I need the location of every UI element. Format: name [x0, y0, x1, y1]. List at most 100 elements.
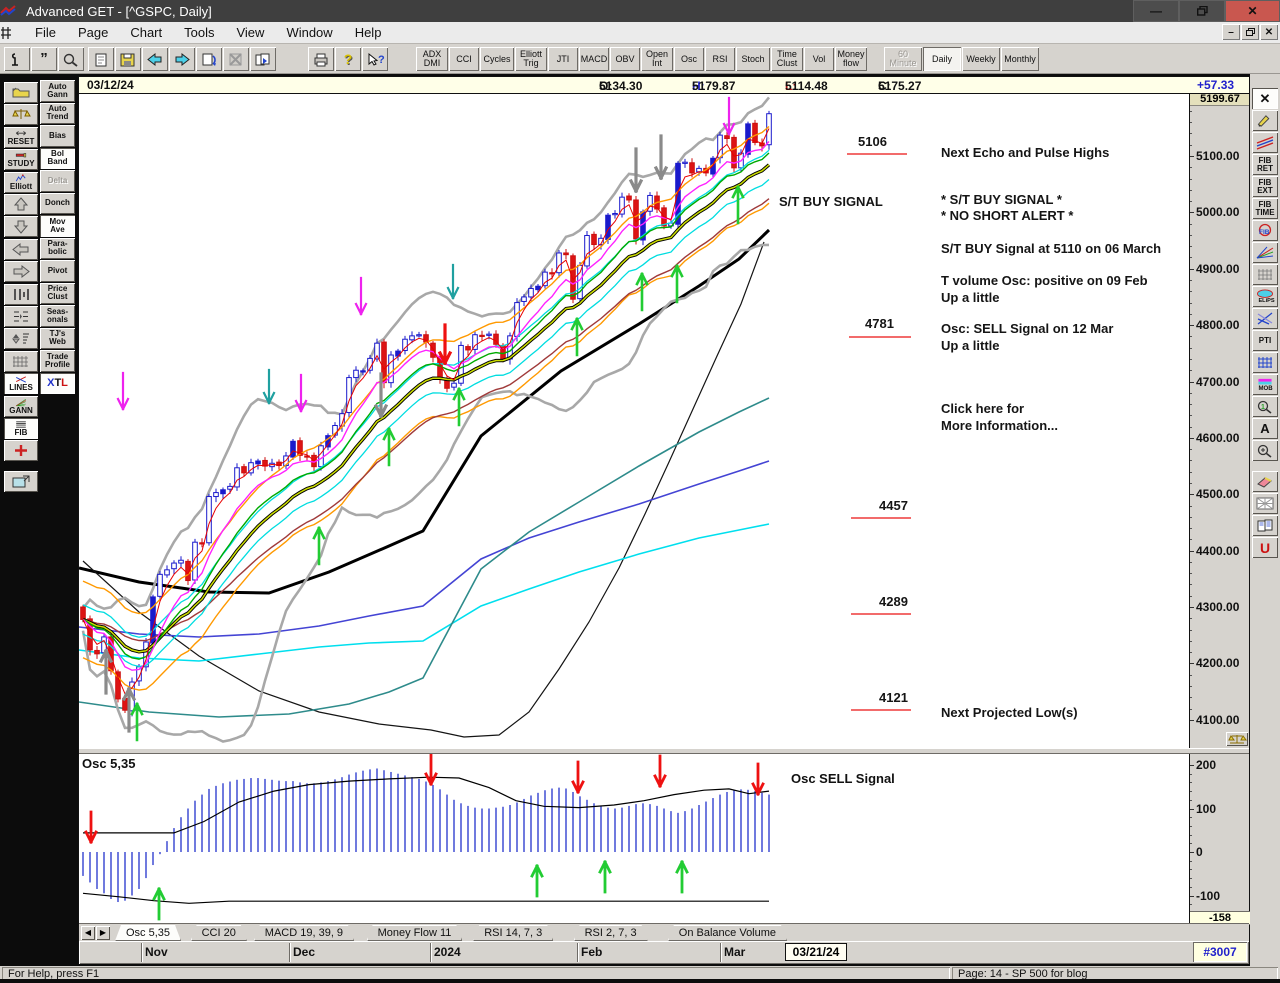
more-info-link[interactable]: More Information...	[941, 418, 1058, 433]
study-bol-band[interactable]: Bol Band	[40, 148, 75, 170]
pti-tool[interactable]: PTI	[1252, 330, 1278, 351]
reset-button[interactable]: RESET	[4, 127, 38, 148]
date-axis[interactable]: NovDec2024FebMar 03/21/24 #3007	[79, 941, 1249, 964]
print-icon[interactable]	[308, 47, 334, 71]
study-button[interactable]: STUDY	[4, 149, 38, 170]
study-price-clust[interactable]: Price Clust	[40, 283, 75, 305]
menu-page[interactable]: Page	[67, 23, 119, 42]
fib-retracement-tool[interactable]: FIB RET	[1252, 154, 1278, 175]
text-tool[interactable]: A	[1252, 418, 1278, 439]
save-icon[interactable]	[115, 47, 141, 71]
forward-icon[interactable]	[169, 47, 195, 71]
fib-button[interactable]: FIB	[4, 418, 38, 439]
angle-arrows-tool[interactable]	[1252, 308, 1278, 329]
timeframe-monthly[interactable]: Monthly	[1001, 47, 1039, 71]
document-icon[interactable]	[0, 26, 24, 40]
tab-cci-20[interactable]: CCI 20	[191, 925, 247, 941]
oscillator-pane[interactable]: Osc 5,35 Osc SELL Signal	[79, 754, 1189, 923]
restore-button[interactable]	[1179, 0, 1225, 22]
tab-rsi-14-7-3[interactable]: RSI 14, 7, 3	[473, 925, 553, 941]
study-delta[interactable]: Delta	[40, 170, 75, 192]
eraser-tool[interactable]	[1252, 471, 1278, 492]
close-button[interactable]: ✕	[1225, 0, 1280, 22]
tab-on-balance-volume[interactable]: On Balance Volume	[668, 925, 787, 941]
grid-tool[interactable]	[1252, 264, 1278, 285]
indicator-time-clust[interactable]: Time Clust	[771, 47, 803, 71]
bar-spacing-button[interactable]	[4, 284, 38, 305]
oscillator-axis[interactable]: -158 2001000-100	[1189, 754, 1249, 923]
price-axis[interactable]: 5199.67 5100.005000.004900.004800.004700…	[1189, 94, 1249, 748]
matrix-tool[interactable]	[1252, 352, 1278, 373]
bar-sort-button[interactable]	[4, 328, 38, 349]
tab-osc-5-35[interactable]: Osc 5,35	[115, 925, 181, 941]
zoom-tool[interactable]	[1252, 440, 1278, 461]
fib-circle-tool[interactable]: FIB	[1252, 220, 1278, 241]
tab-scroll-right[interactable]: ▶	[96, 926, 110, 940]
indicator-money-flow[interactable]: Money flow	[835, 47, 867, 71]
notes-tool[interactable]	[1252, 515, 1278, 536]
tab-scroll-left[interactable]: ◀	[81, 926, 95, 940]
scroll-left-button[interactable]	[4, 239, 38, 260]
study-bias[interactable]: Bias	[40, 125, 75, 147]
study-mov-ave[interactable]: Mov Ave	[40, 215, 75, 237]
mob-tool[interactable]: MOB	[1252, 374, 1278, 395]
indicator-macd[interactable]: MACD	[579, 47, 609, 71]
info-search-tool[interactable]: 1	[1252, 396, 1278, 417]
indicator-vol[interactable]: Vol	[804, 47, 834, 71]
indicator-open-int[interactable]: Open Int	[641, 47, 673, 71]
bar-compress-button[interactable]	[4, 306, 38, 327]
study-auto-gann[interactable]: Auto Gann	[40, 80, 75, 102]
study-donch[interactable]: Donch	[40, 193, 75, 215]
fib-extension-tool[interactable]: FIB EXT	[1252, 176, 1278, 197]
scroll-up-button[interactable]	[4, 194, 38, 215]
indicator-jti[interactable]: JTI	[548, 47, 578, 71]
menu-chart[interactable]: Chart	[119, 23, 173, 42]
child-restore-button[interactable]	[1241, 24, 1259, 40]
indicator-stoch[interactable]: Stoch	[736, 47, 770, 71]
fib-time-tool[interactable]: FIB TIME	[1252, 198, 1278, 219]
fan-lines-tool[interactable]	[1252, 242, 1278, 263]
pattern-tool[interactable]	[1252, 493, 1278, 514]
indicator-cycles[interactable]: Cycles	[480, 47, 514, 71]
elliott-button[interactable]: Elliott	[4, 172, 38, 193]
study-para--bolic[interactable]: Para- bolic	[40, 238, 75, 260]
tab-money-flow-11[interactable]: Money Flow 11	[367, 925, 463, 941]
search-icon[interactable]	[58, 47, 84, 71]
menu-file[interactable]: File	[24, 23, 67, 42]
chart-link-icon[interactable]	[4, 47, 30, 71]
trend-lines-tool[interactable]	[1252, 132, 1278, 153]
indicator-rsi[interactable]: RSI	[705, 47, 735, 71]
ellipse-tool[interactable]: ELiPS	[1252, 286, 1278, 307]
indicator-cci[interactable]: CCI	[449, 47, 479, 71]
save-layout-button[interactable]	[4, 471, 38, 492]
menu-tools[interactable]: Tools	[173, 23, 225, 42]
tab-macd-19-39-9[interactable]: MACD 19, 39, 9	[254, 925, 354, 941]
indicator-osc[interactable]: Osc	[674, 47, 704, 71]
child-close-button[interactable]: ✕	[1260, 24, 1278, 40]
study-trade-profile[interactable]: Trade Profile	[40, 350, 75, 372]
price-chart-area[interactable]: S/T BUY SIGNALNext Echo and Pulse Highs*…	[79, 94, 1189, 748]
minimize-button[interactable]: —	[1133, 0, 1179, 22]
delete-drawing-tool[interactable]: ✕	[1252, 88, 1278, 109]
menu-help[interactable]: Help	[344, 23, 393, 42]
title-bar[interactable]: Advanced GET - [^GSPC, Daily] — ✕	[0, 0, 1280, 22]
open-chart-button[interactable]	[4, 82, 38, 103]
timeframe-weekly[interactable]: Weekly	[962, 47, 1000, 71]
delete-page-icon[interactable]	[223, 47, 249, 71]
indicator-obv[interactable]: OBV	[610, 47, 640, 71]
magnet-u-tool[interactable]: U	[1252, 537, 1278, 558]
study-tjs-web[interactable]: TJ's Web	[40, 328, 75, 350]
gann-button[interactable]: GANN	[4, 396, 38, 417]
more-info-link[interactable]: Click here for	[941, 401, 1024, 416]
grid-toggle-button[interactable]	[4, 351, 38, 372]
menu-view[interactable]: View	[225, 23, 275, 42]
scroll-down-button[interactable]	[4, 216, 38, 237]
pages-icon[interactable]	[250, 47, 276, 71]
timeframe-daily[interactable]: Daily	[923, 47, 961, 71]
scroll-right-button[interactable]	[4, 261, 38, 282]
study-xtl[interactable]: XTL	[40, 373, 75, 395]
study-auto-trend[interactable]: Auto Trend	[40, 103, 75, 125]
indicator-elliott-trig[interactable]: Elliott Trig	[515, 47, 547, 71]
crosshair-button[interactable]	[4, 440, 38, 461]
back-icon[interactable]	[142, 47, 168, 71]
